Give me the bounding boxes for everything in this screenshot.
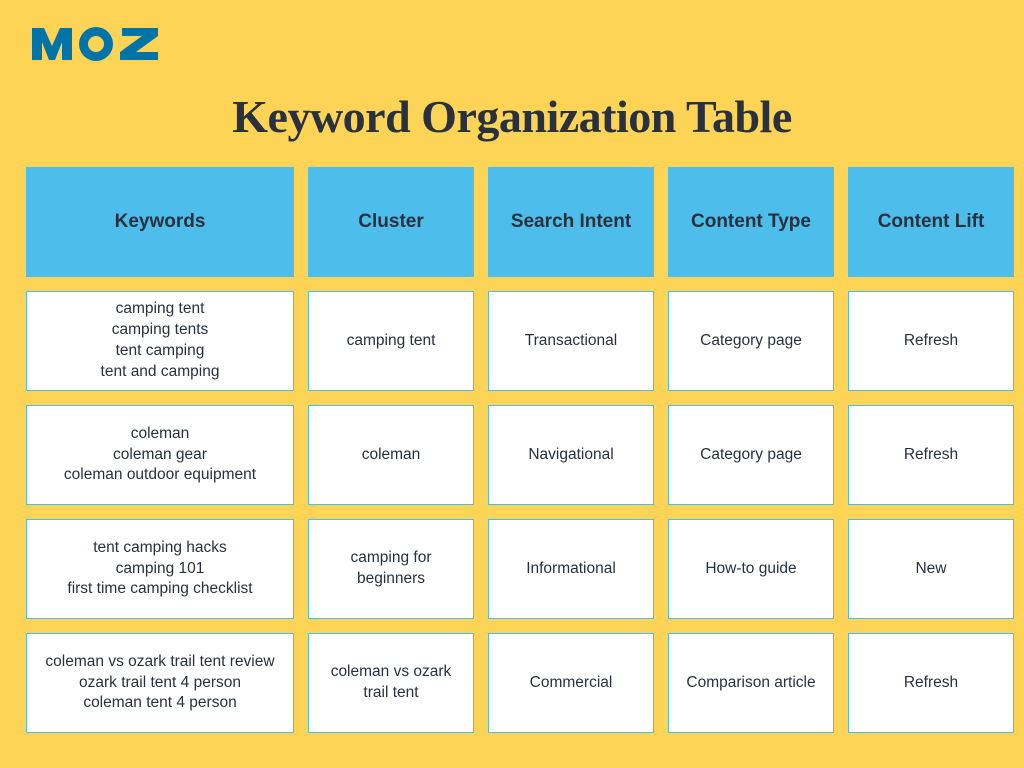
keyword-item: tent camping hacks	[93, 538, 227, 559]
keyword-item: camping tents	[112, 320, 209, 341]
col-header-search-intent: Search Intent	[488, 167, 654, 277]
cell-keywords: coleman vs ozark trail tent review ozark…	[26, 633, 294, 733]
cell-content-type: Category page	[668, 405, 834, 505]
keyword-table: Keywords Cluster Search Intent Content T…	[0, 167, 1024, 733]
keyword-item: camping tent	[116, 299, 205, 320]
keyword-item: tent and camping	[101, 362, 220, 383]
keyword-item: coleman	[131, 424, 190, 445]
keyword-item: tent camping	[116, 341, 205, 362]
cell-search-intent: Navigational	[488, 405, 654, 505]
keyword-item: coleman gear	[113, 445, 207, 466]
cell-search-intent: Transactional	[488, 291, 654, 391]
cell-content-lift: Refresh	[848, 633, 1014, 733]
cell-cluster: camping for beginners	[308, 519, 474, 619]
col-header-content-type: Content Type	[668, 167, 834, 277]
cell-content-type: How-to guide	[668, 519, 834, 619]
col-header-content-lift: Content Lift	[848, 167, 1014, 277]
cell-cluster: coleman vs ozark trail tent	[308, 633, 474, 733]
cell-content-type: Category page	[668, 291, 834, 391]
keyword-item: coleman tent 4 person	[83, 693, 236, 714]
cell-search-intent: Informational	[488, 519, 654, 619]
keyword-item: coleman vs ozark trail tent review	[45, 652, 274, 673]
keyword-item: ozark trail tent 4 person	[79, 673, 241, 694]
cell-keywords: tent camping hacks camping 101 first tim…	[26, 519, 294, 619]
cell-content-lift: Refresh	[848, 405, 1014, 505]
cell-keywords: camping tent camping tents tent camping …	[26, 291, 294, 391]
col-header-keywords: Keywords	[26, 167, 294, 277]
cell-content-lift: New	[848, 519, 1014, 619]
cell-content-type: Comparison article	[668, 633, 834, 733]
keyword-item: camping 101	[116, 559, 205, 580]
keyword-item: first time camping checklist	[67, 579, 252, 600]
keyword-item: coleman outdoor equipment	[64, 465, 256, 486]
cell-search-intent: Commercial	[488, 633, 654, 733]
col-header-cluster: Cluster	[308, 167, 474, 277]
cell-cluster: camping tent	[308, 291, 474, 391]
moz-logo	[30, 20, 170, 75]
cell-content-lift: Refresh	[848, 291, 1014, 391]
cell-keywords: coleman coleman gear coleman outdoor equ…	[26, 405, 294, 505]
cell-cluster: coleman	[308, 405, 474, 505]
